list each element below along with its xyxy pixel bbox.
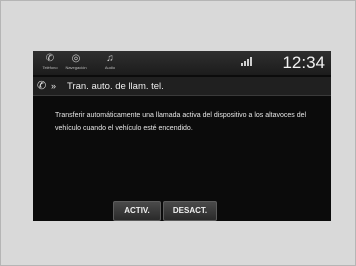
phone-shortcut[interactable]: ✆ Teléfono [39,53,61,73]
audio-icon: ♫ [106,53,114,64]
signal-strength-icon [241,56,263,66]
navigation-shortcut-label: Navegación [65,65,87,70]
infotainment-screen: ✆ Teléfono ◎ Navegación ♫ Audio 12:34 ✆ … [33,51,331,221]
page-title: Tran. auto. de llam. tel. [67,81,164,92]
audio-shortcut[interactable]: ♫ Audio [99,53,121,73]
phone-shortcut-label: Teléfono [42,65,58,70]
deactivate-button[interactable]: DESACT. [163,201,217,221]
manual-figure-frame: ✆ Teléfono ◎ Navegación ♫ Audio 12:34 ✆ … [0,0,356,266]
navigation-shortcut[interactable]: ◎ Navegación [65,53,87,73]
audio-shortcut-label: Audio [104,65,116,70]
phone-icon: ✆ [45,53,55,64]
status-bar: ✆ Teléfono ◎ Navegación ♫ Audio 12:34 [33,51,331,75]
navigation-icon: ◎ [71,53,81,64]
setting-description: Transferir automáticamente una llamada a… [55,112,307,132]
activate-button[interactable]: ACTIV. [113,201,161,221]
clock: 12:34 [282,53,325,72]
phone-icon: ✆ [37,80,47,92]
breadcrumb-arrow-icon: » [51,81,56,91]
screen-header: ✆ » Tran. auto. de llam. tel. [33,77,331,96]
